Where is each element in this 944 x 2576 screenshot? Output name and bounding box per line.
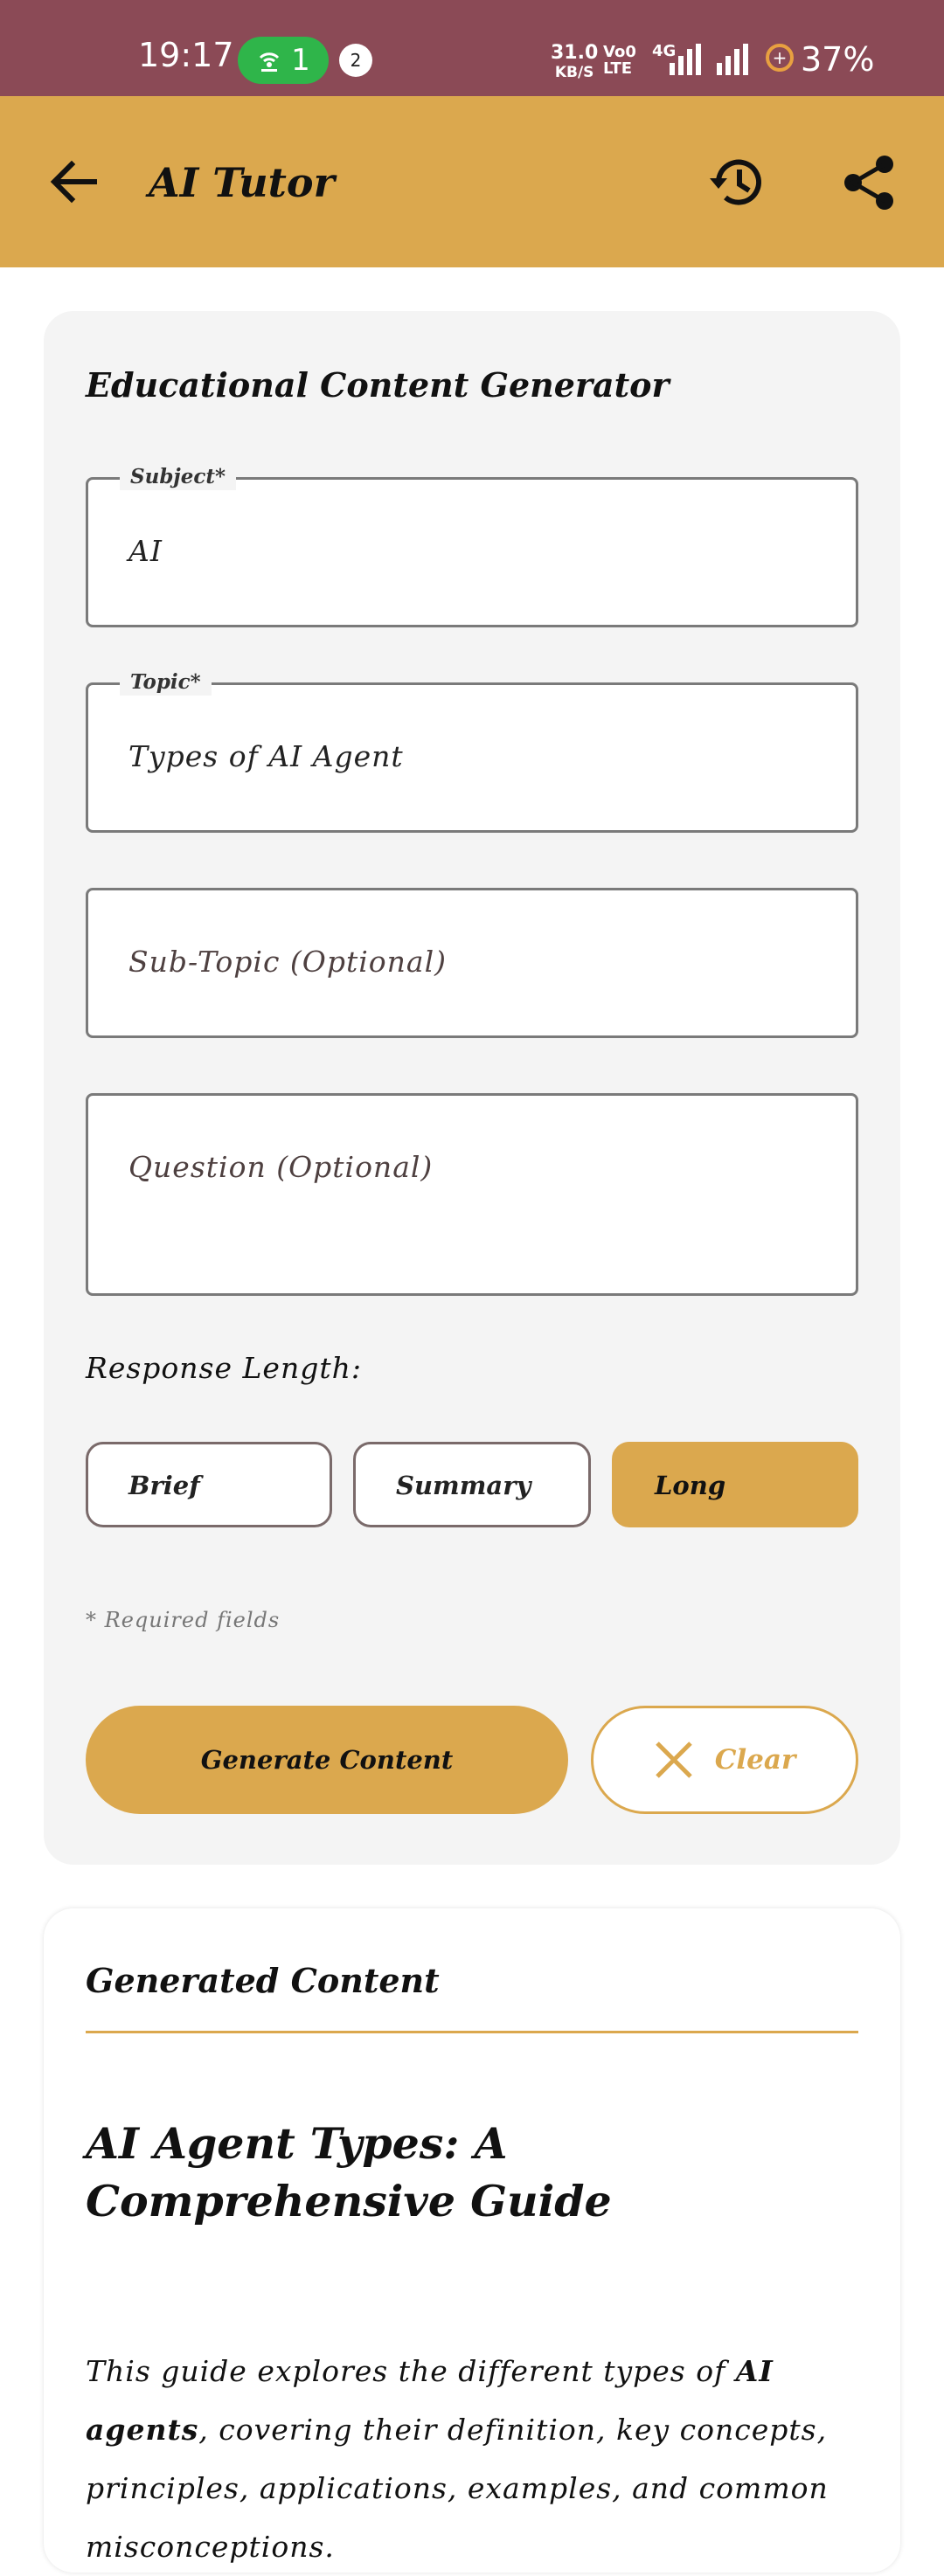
length-option-long[interactable]: Long xyxy=(612,1442,858,1527)
response-length-label: Response Length: xyxy=(86,1351,362,1385)
subject-label: Subject* xyxy=(120,464,237,490)
intro-text: This guide explores the different types … xyxy=(86,2354,736,2388)
history-icon[interactable] xyxy=(706,152,767,213)
length-option-brief[interactable]: Brief xyxy=(86,1442,332,1527)
share-icon[interactable] xyxy=(839,152,900,213)
subject-value: AI xyxy=(128,534,163,568)
app-bar: AI Tutor xyxy=(0,96,944,267)
hotspot-icon xyxy=(260,52,280,72)
document-title: AI Agent Types: A Comprehensive Guide xyxy=(86,2118,612,2226)
question-placeholder: Question (Optional) xyxy=(128,1150,434,1184)
status-bar: 19:17 1 2 31.0 KB/S Vo0 LTE 4G + 37% xyxy=(0,0,944,96)
signal-icon xyxy=(670,42,701,75)
content-generator-form: Educational Content Generator Subject* A… xyxy=(44,311,900,1865)
topic-value: Types of AI Agent xyxy=(128,739,404,773)
battery-level: 37% xyxy=(801,40,875,79)
question-field[interactable]: Question (Optional) xyxy=(86,1093,858,1296)
clear-button[interactable]: Clear xyxy=(591,1706,858,1814)
hotspot-indicator[interactable]: 1 xyxy=(238,37,329,84)
document-intro: This guide explores the different types … xyxy=(86,2342,872,2576)
arrow-left-icon[interactable] xyxy=(45,154,101,210)
app-title: AI Tutor xyxy=(149,159,335,206)
length-option-label: Long xyxy=(655,1471,726,1500)
generated-content-card: Generated Content AI Agent Types: A Comp… xyxy=(44,1908,900,2573)
subject-field[interactable]: Subject* AI xyxy=(86,464,858,627)
subtopic-placeholder: Sub-Topic (Optional) xyxy=(128,945,448,979)
topic-label: Topic* xyxy=(120,669,212,696)
topic-field[interactable]: Topic* Types of AI Agent xyxy=(86,669,858,833)
volte-indicator: Vo0 LTE xyxy=(603,43,636,78)
net-speed: 31.0 KB/S xyxy=(551,44,598,82)
clear-label: Clear xyxy=(714,1744,796,1776)
close-icon xyxy=(655,1742,692,1778)
signal-icon-2 xyxy=(717,42,748,75)
form-title: Educational Content Generator xyxy=(86,365,670,405)
divider xyxy=(86,2031,858,2033)
subtopic-field[interactable]: Sub-Topic (Optional) xyxy=(86,888,858,1038)
notification-badge: 2 xyxy=(339,44,372,77)
battery-saver-icon: + xyxy=(766,44,794,72)
hotspot-count: 1 xyxy=(291,43,310,78)
net-speed-value: 31.0 xyxy=(551,42,599,64)
clock: 19:17 xyxy=(138,36,234,74)
generated-content-title: Generated Content xyxy=(86,1961,440,2000)
generate-content-label: Generate Content xyxy=(200,1745,454,1775)
required-note: * Required fields xyxy=(86,1608,281,1632)
net-speed-unit: KB/S xyxy=(554,64,594,81)
length-option-label: Summary xyxy=(396,1471,531,1500)
generate-content-button[interactable]: Generate Content xyxy=(86,1706,568,1814)
length-option-summary[interactable]: Summary xyxy=(353,1442,591,1527)
length-option-label: Brief xyxy=(128,1471,200,1500)
